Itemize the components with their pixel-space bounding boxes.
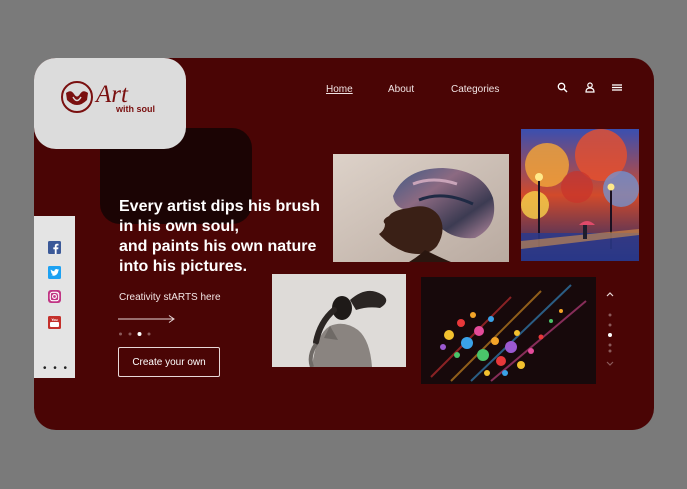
color-splash-painting-image[interactable]	[421, 277, 596, 384]
twitter-icon[interactable]	[48, 266, 61, 279]
create-your-own-button[interactable]: Create your own	[118, 347, 220, 377]
slider-dot[interactable]	[128, 332, 132, 336]
gallery-dot[interactable]	[608, 323, 612, 327]
gallery-dot[interactable]	[608, 313, 612, 317]
logo-mark-icon	[61, 81, 93, 113]
slider-dot[interactable]	[119, 332, 122, 336]
chevron-up-icon[interactable]	[605, 290, 615, 298]
rainy-street-painting-image[interactable]	[521, 129, 639, 261]
hero-headline: Every artist dips his brush in his own s…	[119, 198, 320, 275]
social-sidebar: You • • •	[34, 216, 75, 378]
slider-dots[interactable]	[118, 331, 158, 337]
nav-categories[interactable]: Categories	[451, 84, 499, 95]
slider-dot[interactable]	[147, 332, 151, 336]
search-icon[interactable]	[557, 82, 568, 93]
logo[interactable]: Art with soul	[34, 58, 186, 149]
svg-text:You: You	[51, 318, 57, 322]
gallery-dot[interactable]	[608, 349, 612, 353]
user-icon[interactable]	[585, 82, 595, 93]
slider-dot[interactable]	[137, 332, 142, 336]
chevron-down-icon[interactable]	[605, 360, 615, 368]
menu-icon[interactable]	[612, 82, 622, 93]
turban-portrait-image[interactable]	[333, 154, 509, 262]
arrow-right-icon[interactable]	[118, 314, 176, 324]
hero-tagline: Creativity stARTS here	[119, 292, 221, 303]
brand-tagline: with soul	[116, 104, 155, 114]
facebook-icon[interactable]	[48, 241, 61, 254]
nav-about[interactable]: About	[388, 84, 414, 95]
instagram-icon[interactable]	[48, 290, 61, 303]
more-social-icon[interactable]: • • •	[43, 364, 69, 374]
gallery-dot[interactable]	[608, 343, 612, 347]
gallery-scroll-dots[interactable]	[607, 313, 613, 353]
gallery-dot[interactable]	[608, 333, 612, 337]
youtube-icon[interactable]: You	[48, 316, 61, 329]
nav-home[interactable]: Home	[326, 84, 353, 95]
bw-portrait-image[interactable]	[272, 274, 406, 367]
